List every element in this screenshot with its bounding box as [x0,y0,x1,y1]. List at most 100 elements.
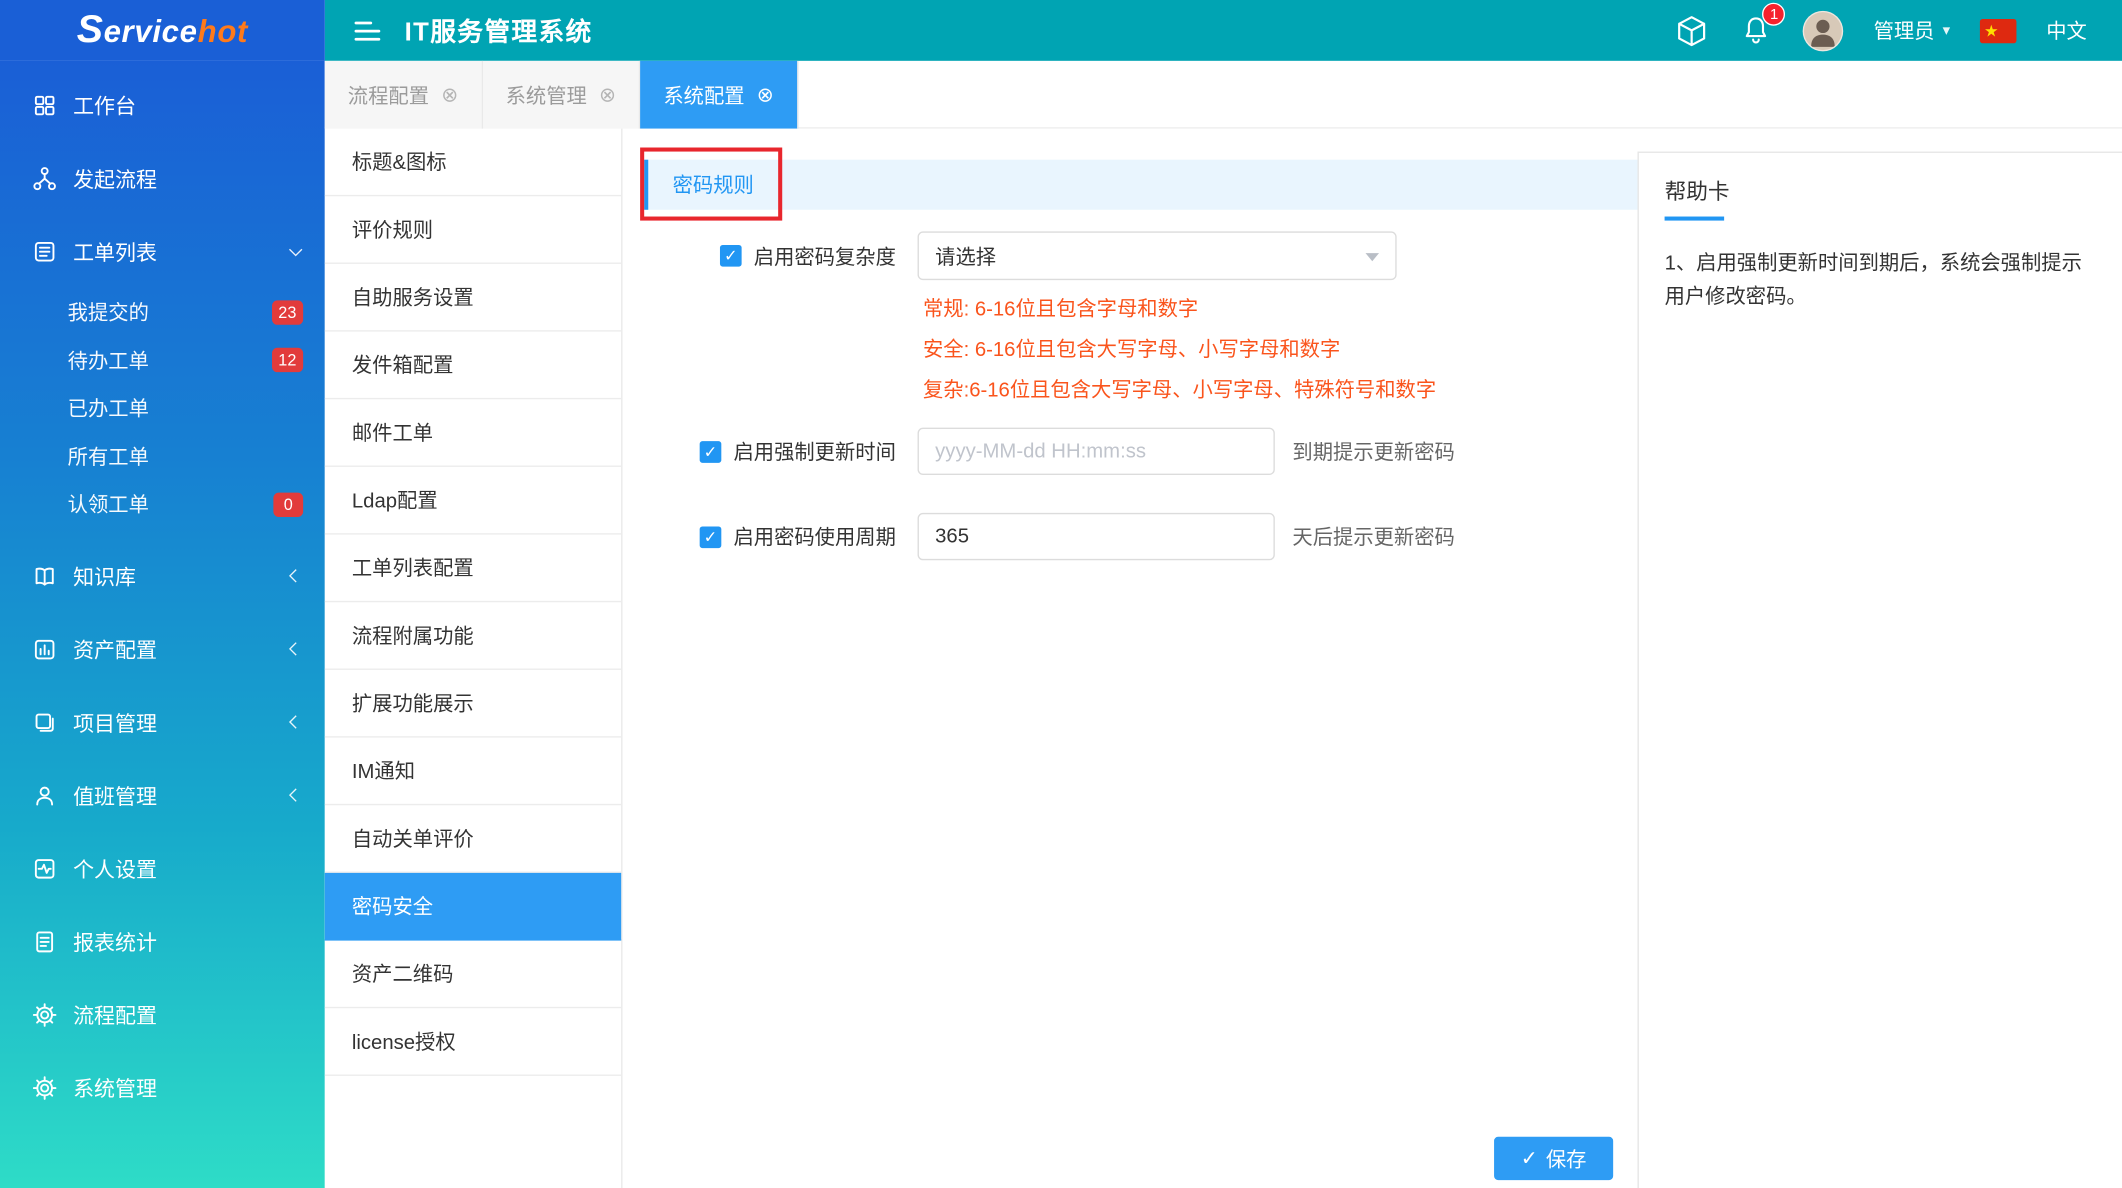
help-title-underline [1665,217,1725,221]
submenu-item-extension-display[interactable]: 扩展功能展示 [325,670,621,738]
bar-chart-icon [32,637,56,661]
close-tab-icon[interactable]: ⊗ [441,83,458,107]
sidebar-nav: 工作台 发起流程 工单列表 我提交的 23 待办工单 12 已办工单 所有工单 … [0,61,325,1188]
sidebar-item-start-flow[interactable]: 发起流程 [0,142,325,215]
sidebar-item-project-mgmt[interactable]: 项目管理 [0,685,325,758]
select-value: 请选择 [935,242,996,270]
flow-branch-icon [32,166,56,190]
count-badge: 23 [272,300,304,324]
submenu-item-password-security[interactable]: 密码安全 [325,873,621,941]
submenu-item-self-service[interactable]: 自助服务设置 [325,264,621,332]
hint-normal: 常规: 6-16位且包含字母和数字 [923,290,1436,331]
settings-menu: 标题&图标 评价规则 自助服务设置 发件箱配置 邮件工单 Ldap配置 工单列表… [325,129,623,1188]
pulse-icon [32,856,56,880]
submenu-item-ldap-config[interactable]: Ldap配置 [325,467,621,535]
tab-flow-config[interactable]: 流程配置 ⊗ [325,61,483,129]
sidebar-item-my-submitted[interactable]: 我提交的 23 [0,288,325,336]
layers-icon [32,710,56,734]
book-icon [32,564,56,588]
chevron-left-icon [289,642,302,655]
sidebar-item-report-stats[interactable]: 报表统计 [0,905,325,978]
check-icon: ✓ [724,246,738,265]
label-password-period: 启用密码使用周期 [733,522,895,550]
help-card-title: 帮助卡 [1665,173,2095,205]
submenu-item-email-ticket[interactable]: 邮件工单 [325,399,621,467]
report-icon [32,929,56,953]
sidebar-item-todo-tickets[interactable]: 待办工单 12 [0,336,325,384]
sidebar-item-asset-config[interactable]: 资产配置 [0,612,325,685]
user-avatar[interactable] [1803,10,1844,51]
row-force-update-time: ✓ 启用强制更新时间 到期提示更新密码 [623,428,1455,475]
password-complexity-hints: 常规: 6-16位且包含字母和数字 安全: 6-16位且包含大写字母、小写字母和… [923,290,1436,412]
select-caret-icon [1365,253,1379,261]
save-button[interactable]: ✓ 保存 [1494,1137,1613,1180]
hint-password-period: 天后提示更新密码 [1292,522,1454,550]
sidebar-item-system-mgmt[interactable]: 系统管理 [0,1051,325,1124]
sidebar-item-done-tickets[interactable]: 已办工单 [0,384,325,432]
chevron-left-icon [289,569,302,582]
sidebar-item-knowledge-base[interactable]: 知识库 [0,539,325,612]
app-logo: Servicehot [0,0,325,61]
count-badge: 0 [273,492,303,516]
sidebar-item-claim-tickets[interactable]: 认领工单 0 [0,480,325,528]
hint-complex: 复杂:6-16位且包含大写字母、小写字母、特殊符号和数字 [923,371,1436,412]
submenu-item-flow-attach[interactable]: 流程附属功能 [325,602,621,670]
bell-icon[interactable]: 1 [1740,14,1774,48]
tab-system-mgmt[interactable]: 系统管理 ⊗ [483,61,641,129]
package-icon[interactable] [1675,13,1710,48]
hint-secure: 安全: 6-16位且包含大写字母、小写字母和数字 [923,330,1436,371]
person-icon [32,783,56,807]
submenu-item-ticket-list-config[interactable]: 工单列表配置 [325,535,621,603]
menu-fold-icon[interactable] [355,21,381,40]
sidebar-item-flow-config[interactable]: 流程配置 [0,978,325,1051]
user-menu[interactable]: 管理员 ▾ [1874,16,1951,44]
select-password-complexity[interactable]: 请选择 [918,231,1397,280]
notification-badge: 1 [1763,3,1786,26]
hint-force-update: 到期提示更新密码 [1292,437,1454,465]
top-bar: IT服务管理系统 1 管理员 ▾ ★ 中文 [325,0,2122,61]
input-force-update-time[interactable] [918,428,1275,475]
submenu-item-title-icon[interactable]: 标题&图标 [325,129,621,197]
tab-bar: 流程配置 ⊗ 系统管理 ⊗ 系统配置 ⊗ [325,61,2122,129]
sidebar-item-personal-settings[interactable]: 个人设置 [0,832,325,905]
checkbox-password-complexity[interactable]: ✓ [720,245,742,267]
submenu-item-auto-close-rating[interactable]: 自动关单评价 [325,805,621,873]
check-icon: ✓ [704,442,718,461]
close-tab-icon[interactable]: ⊗ [599,83,616,107]
sidebar-item-workbench[interactable]: 工作台 [0,69,325,142]
caret-down-icon: ▾ [1943,22,1950,40]
input-password-period[interactable] [918,513,1275,560]
logo-text-hot: hot [198,14,248,51]
gear-icon [32,1002,56,1026]
submenu-item-im-notify[interactable]: IM通知 [325,738,621,806]
section-title-password-rules: 密码规则 [644,160,1637,210]
label-password-complexity: 启用密码复杂度 [754,242,896,270]
check-icon: ✓ [704,527,718,546]
chevron-down-icon [289,243,302,256]
password-rules-panel: 密码规则 ✓ 启用密码复杂度 请选择 常规: 6-16位且包含字母和数字 安全:… [623,129,1638,1188]
help-card: 帮助卡 1、启用强制更新时间到期后，系统会强制提示用户修改密码。 [1638,152,2122,1188]
china-flag-icon: ★ [1980,18,2017,42]
checkbox-force-update-time[interactable]: ✓ [700,441,722,463]
user-name: 管理员 [1874,16,1935,44]
submenu-item-outbox-config[interactable]: 发件箱配置 [325,332,621,400]
label-force-update-time: 启用强制更新时间 [733,437,895,465]
sidebar-item-duty-mgmt[interactable]: 值班管理 [0,759,325,832]
checkbox-password-period[interactable]: ✓ [700,526,722,548]
chevron-left-icon [289,788,302,801]
row-password-period: ✓ 启用密码使用周期 天后提示更新密码 [623,513,1455,560]
logo-text-service: Service [77,8,198,53]
close-tab-icon[interactable]: ⊗ [757,83,774,107]
tab-system-config[interactable]: 系统配置 ⊗ [640,61,798,129]
check-icon: ✓ [1521,1146,1538,1170]
list-icon [32,240,56,264]
row-password-complexity: ✓ 启用密码复杂度 请选择 [623,231,1397,280]
language-toggle[interactable]: 中文 [2046,16,2087,44]
count-badge: 12 [272,348,304,372]
sidebar-item-all-tickets[interactable]: 所有工单 [0,432,325,480]
submenu-item-license-auth[interactable]: license授权 [325,1008,621,1076]
submenu-item-rating-rules[interactable]: 评价规则 [325,196,621,264]
sidebar-item-ticket-list[interactable]: 工单列表 [0,215,325,288]
app-window: Servicehot IT服务管理系统 1 管理员 ▾ ★ 中文 [0,0,2122,1188]
submenu-item-asset-qrcode[interactable]: 资产二维码 [325,941,621,1009]
